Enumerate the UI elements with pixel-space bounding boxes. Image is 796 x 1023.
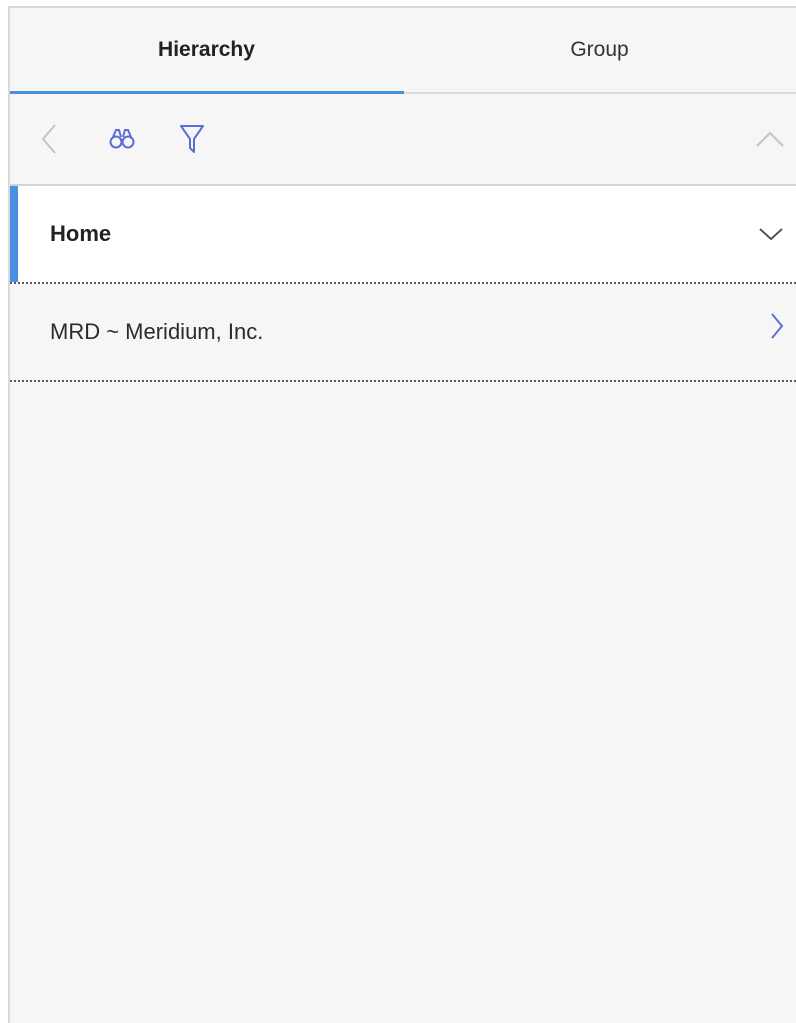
binoculars-icon [109,129,135,149]
chevron-up-icon [756,131,784,147]
list-item-label: MRD ~ Meridium, Inc. [50,319,264,344]
navigate-button[interactable] [770,284,784,380]
chevron-down-icon [759,228,783,241]
tab-group[interactable]: Group [403,8,796,92]
chevron-left-icon [41,124,56,154]
tab-bar: Hierarchy Group [10,8,796,94]
hierarchy-panel: Hierarchy Group Home MRD ~ Meridium, Inc… [8,6,796,1023]
list-item-label: Home [50,221,112,246]
filter-button[interactable] [174,94,210,184]
tab-hierarchy[interactable]: Hierarchy [10,8,403,92]
list-item-mrd[interactable]: MRD ~ Meridium, Inc. [10,284,796,382]
collapse-button[interactable] [752,94,788,184]
hierarchy-list: Home MRD ~ Meridium, Inc. [10,186,796,382]
funnel-icon [180,125,204,153]
selected-accent-bar [10,186,18,282]
back-button[interactable] [34,94,64,184]
chevron-right-icon [771,313,784,339]
tab-hierarchy-label: Hierarchy [158,38,255,61]
list-item-home[interactable]: Home [10,186,796,284]
tab-group-label: Group [570,38,629,61]
expand-toggle[interactable] [758,186,784,282]
toolbar [10,94,796,186]
search-button[interactable] [102,94,142,184]
